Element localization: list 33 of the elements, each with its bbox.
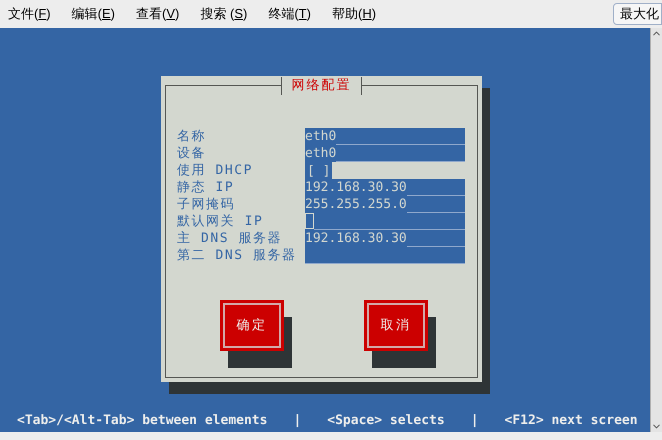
- status-hint: |: [293, 412, 302, 430]
- menu-item[interactable]: 查看(V): [136, 4, 180, 24]
- field-label: 主 DNS 服务器: [177, 230, 284, 247]
- status-hint: <Space> selects: [327, 412, 445, 430]
- field-label: 静态 IP: [177, 179, 236, 196]
- input-field[interactable]: [305, 213, 465, 230]
- menu-item[interactable]: 编辑(E): [72, 4, 115, 24]
- menu-item[interactable]: 文件(F): [8, 4, 51, 24]
- field-label: 子网掩码: [177, 196, 236, 213]
- scrollbar[interactable]: [650, 28, 662, 432]
- dialog-title: 网络配置: [280, 77, 362, 95]
- field-label: 使用 DHCP: [177, 162, 254, 179]
- dialog-button[interactable]: 取消: [364, 300, 428, 351]
- menu-item[interactable]: 终端(T): [268, 4, 311, 24]
- input-field[interactable]: 255.255.255.0: [305, 196, 465, 213]
- checkbox-field[interactable]: [ ]: [305, 162, 332, 179]
- text-cursor: [305, 213, 314, 229]
- input-field[interactable]: [305, 247, 465, 264]
- field-label: 第二 DNS 服务器: [177, 247, 298, 264]
- menu-item[interactable]: 搜索 (S): [200, 4, 248, 24]
- field-label: 设备: [177, 145, 208, 162]
- field-label: 名称: [177, 128, 208, 145]
- status-hint: |: [470, 412, 479, 430]
- maximize-button[interactable]: 最大化: [613, 3, 662, 25]
- menu-item[interactable]: 帮助(H): [332, 4, 376, 24]
- field-label: 默认网关 IP: [177, 213, 264, 230]
- input-field[interactable]: eth0: [305, 128, 465, 145]
- input-field[interactable]: eth0: [305, 145, 465, 162]
- status-hint: <F12> next screen: [504, 412, 638, 430]
- input-field[interactable]: 192.168.30.30: [305, 179, 465, 196]
- dialog-button[interactable]: 确定: [220, 300, 284, 351]
- status-hint: <Tab>/<Alt-Tab> between elements: [17, 412, 268, 430]
- input-field[interactable]: 192.168.30.30: [305, 230, 465, 247]
